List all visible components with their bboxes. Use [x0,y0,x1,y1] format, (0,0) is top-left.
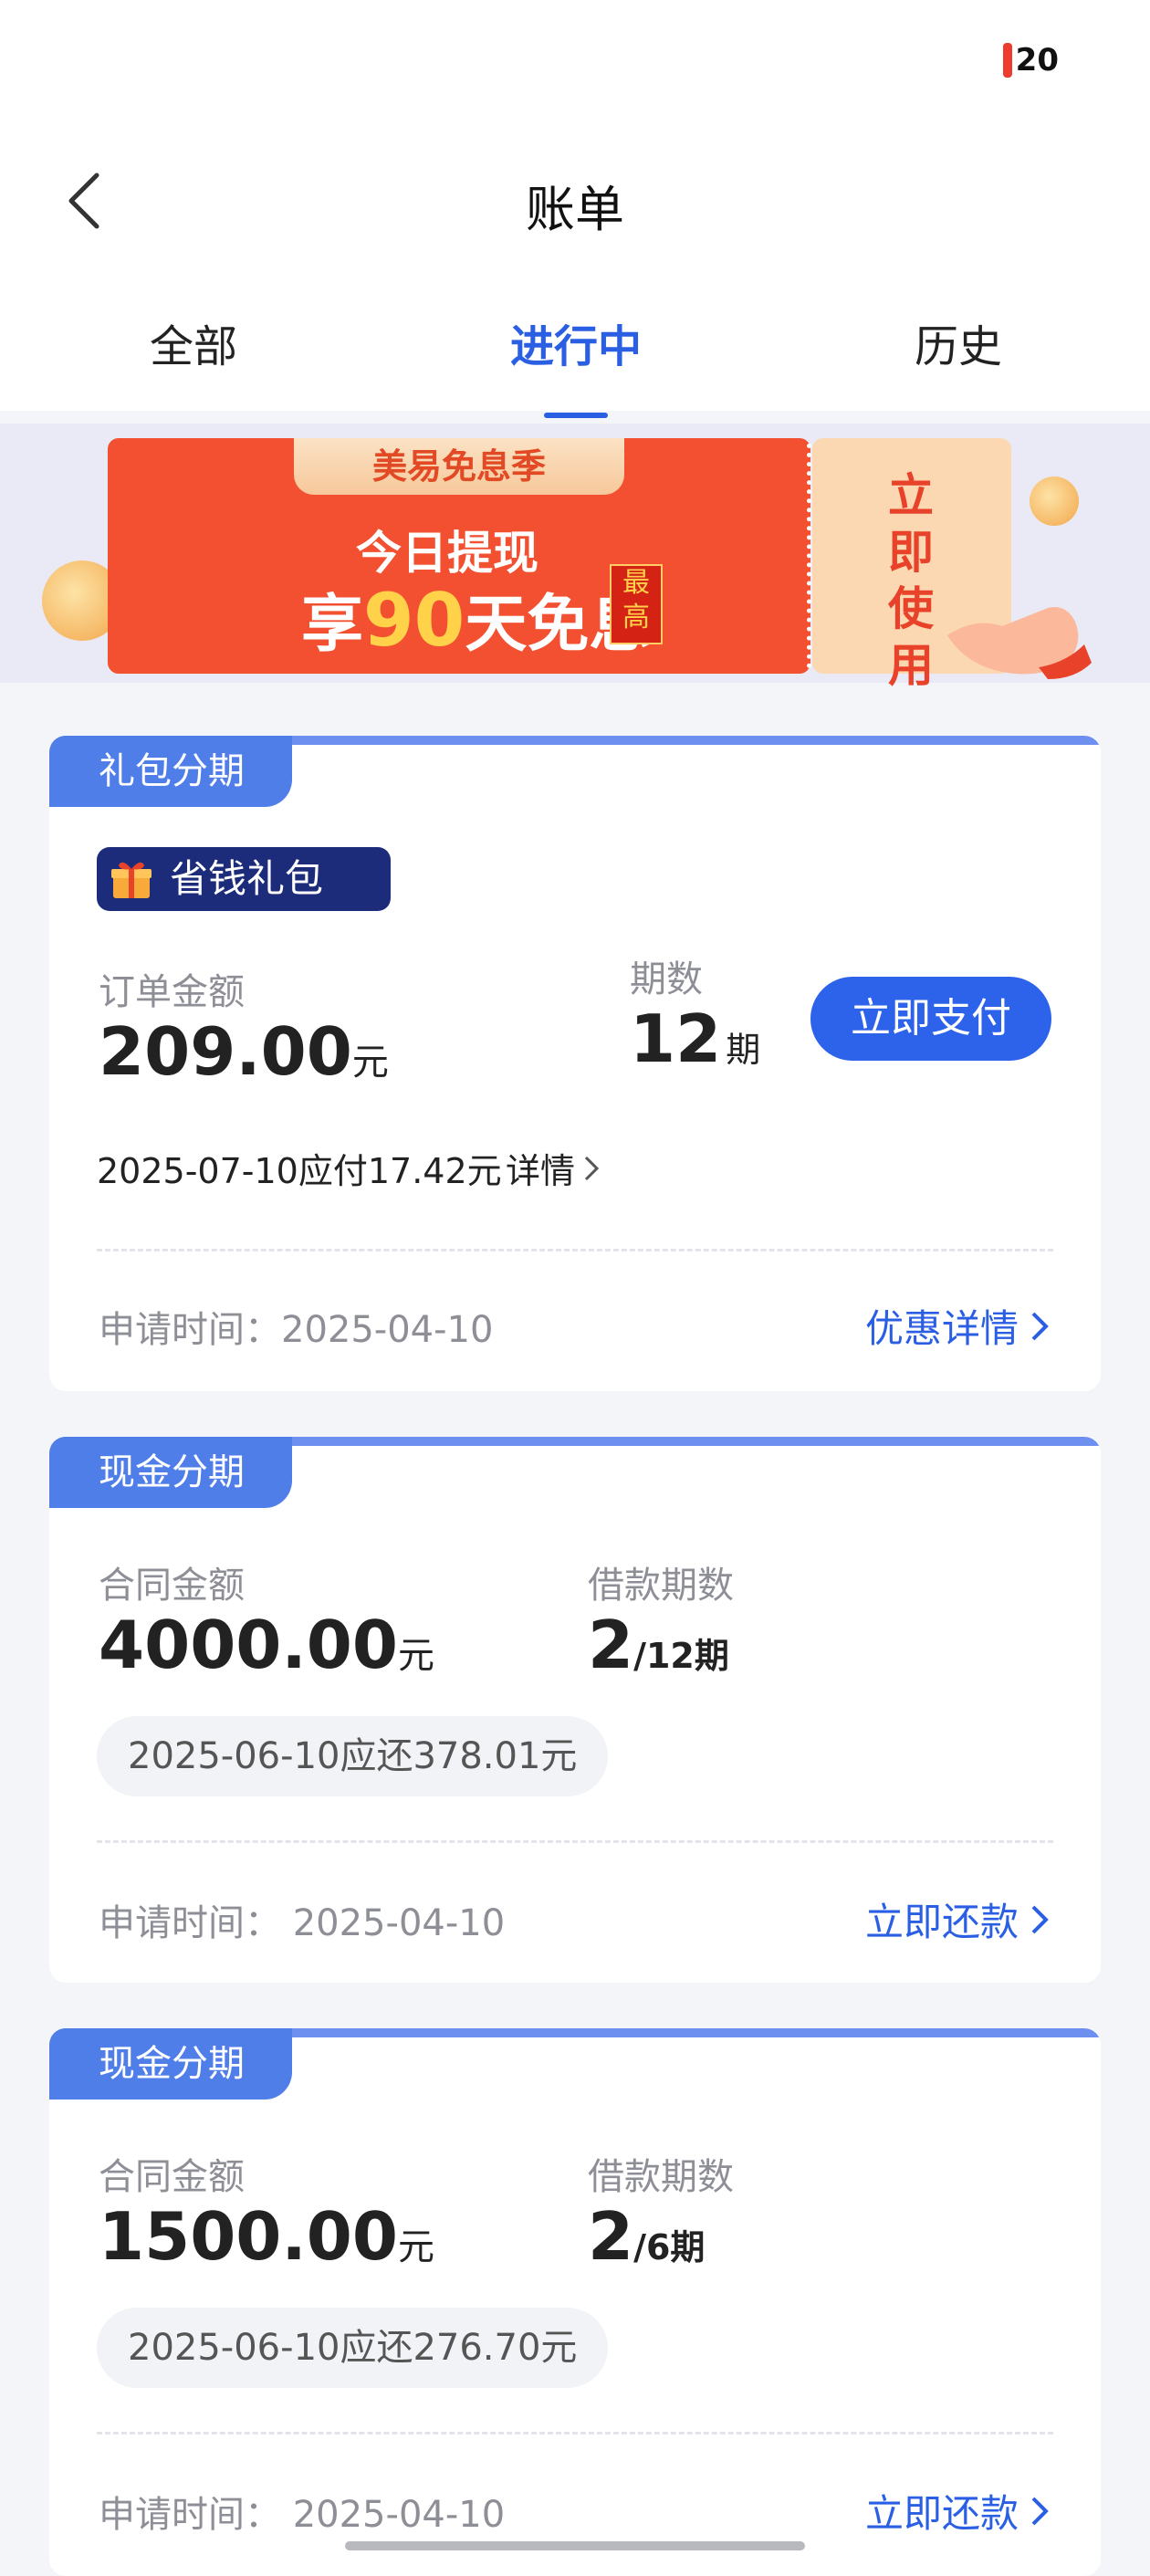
contract-amount-label: 合同金额 [99,1565,245,1607]
contract-amount: 4000.00元 [99,1607,434,1683]
pay-now-button[interactable]: 立即支付 [810,977,1051,1061]
gift-icon [111,862,152,898]
banner-tag: 美易免息季 [294,438,624,495]
battery-indicator: 20 [1002,42,1059,79]
contract-amount-value: 1500.00 [99,2198,398,2275]
apply-time: 申请时间： 2025-04-10 [99,2494,506,2536]
loan-period-label: 借款期数 [588,1565,734,1607]
period-count-unit: 期 [726,1030,761,1070]
loan-period-current: 2 [588,1607,634,1683]
home-indicator[interactable] [345,2541,805,2550]
apply-time: 申请时间：2025-04-10 [99,1309,494,1351]
installment-card-cash: 现金分期 合同金额 1500.00元 借款期数 2/6期 2025-06-10应… [49,2028,1101,2576]
order-amount-value: 209.00 [99,1013,352,1090]
banner-max-badge: 最高 [610,564,663,644]
due-text: 2025-07-10应付17.42元 [97,1151,502,1191]
loan-period-label: 借款期数 [588,2156,734,2198]
card-divider [97,1840,1053,1843]
gift-badge-label: 省钱礼包 [170,856,324,901]
contract-amount-value: 4000.00 [99,1607,398,1683]
banner-offer: 享90天免息 [301,573,651,664]
repay-now-link[interactable]: 立即还款 [865,1891,1050,1947]
contract-amount-unit: 元 [397,2226,434,2268]
period-label: 期数 [630,958,703,1000]
card-type-label: 现金分期 [49,2028,292,2100]
chevron-right-icon [1031,1905,1049,1933]
battery-icon [1002,43,1012,78]
chevron-right-icon [584,1156,600,1180]
card-divider [97,1249,1053,1251]
chevron-right-icon [1031,1312,1049,1340]
discount-detail-link[interactable]: 优惠详情 [865,1298,1050,1354]
tab-bar: 全部 进行中 历史 [0,310,1150,420]
banner-offer-number: 90 [363,578,465,663]
tab-all[interactable]: 全部 [57,310,330,374]
status-bar [0,0,1150,128]
tab-active-indicator [544,413,608,418]
installment-card-gift: 礼包分期 省钱礼包 订单金额 209.00元 期数 12 期 立即支付 2025… [49,736,1101,1391]
tab-in-progress[interactable]: 进行中 [439,310,713,374]
chevron-right-icon [1031,2497,1049,2525]
gift-badge: 省钱礼包 [97,847,391,911]
loan-period: 2/6期 [588,2198,705,2275]
repay-now-label: 立即还款 [865,2491,1019,2536]
detail-link[interactable]: 详情 [506,1143,601,1193]
period-count-value: 12 [630,1000,722,1077]
order-amount-unit: 元 [351,1042,389,1084]
due-pill: 2025-06-10应还276.70元 [97,2308,609,2388]
detail-link-label: 详情 [506,1151,576,1191]
use-now-label: 立即使用 [888,469,934,692]
installment-card-cash: 现金分期 合同金额 4000.00元 借款期数 2/12期 2025-06-10… [49,1437,1101,1983]
card-type-label: 现金分期 [49,1437,292,1508]
card-divider [97,2432,1053,2435]
order-amount-label: 订单金额 [99,971,245,1013]
card-type-label: 礼包分期 [49,736,292,807]
repay-now-label: 立即还款 [865,1900,1019,1944]
contract-amount-label: 合同金额 [99,2156,245,2198]
discount-detail-label: 优惠详情 [865,1306,1019,1351]
period-count: 12 期 [630,1000,760,1077]
contract-amount: 1500.00元 [99,2198,434,2275]
hand-pointer-icon [947,607,1092,679]
banner-offer-prefix: 享 [301,589,364,661]
battery-level: 20 [1015,42,1059,79]
loan-period-total: /12期 [633,1636,729,1676]
loan-period: 2/12期 [588,1607,729,1683]
tab-history[interactable]: 历史 [821,310,1095,374]
due-pill: 2025-06-10应还378.01元 [97,1716,609,1796]
contract-amount-unit: 元 [397,1635,434,1677]
order-amount: 209.00元 [99,1013,389,1090]
loan-period-total: /6期 [633,2227,706,2267]
apply-time: 申请时间： 2025-04-10 [99,1902,506,1944]
ticket-divider [807,444,811,668]
page-title: 账单 [526,181,624,238]
coin-icon [1030,476,1079,526]
loan-period-current: 2 [588,2198,634,2275]
repay-now-link[interactable]: 立即还款 [865,2483,1050,2539]
